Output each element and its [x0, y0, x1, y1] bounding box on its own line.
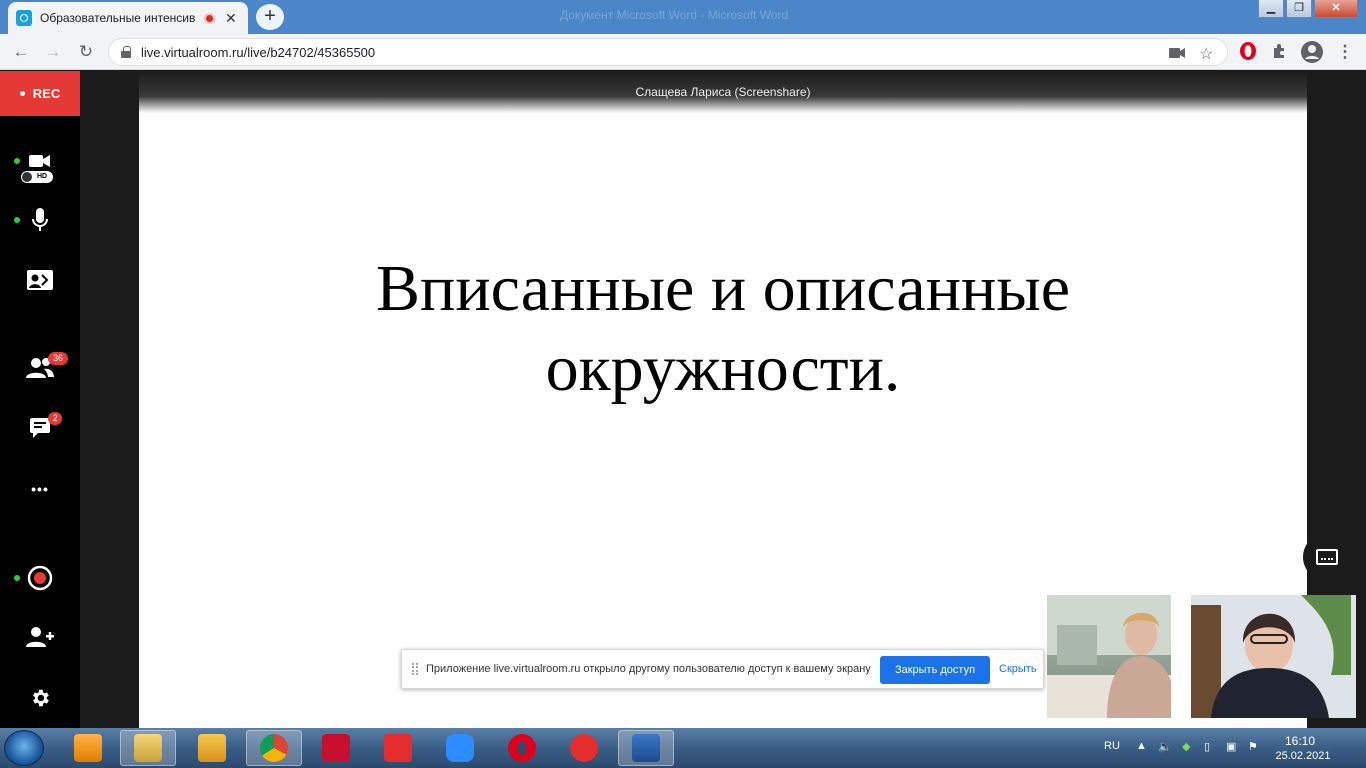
participants-button[interactable]: 36 [0, 346, 80, 390]
antivirus-icon[interactable]: ◆ [1182, 740, 1190, 753]
slide-title-line-1: Вписанные и описанные [376, 252, 1070, 325]
taskbar-media-player[interactable] [60, 730, 116, 766]
virtualroom-app: REC HD 36 2 ••• Слащева Лариса (Screensh… [0, 71, 1366, 728]
restore-button[interactable]: ❐ [1286, 0, 1312, 18]
clock-date[interactable]: 25.02.2021 [1268, 750, 1338, 762]
rec-label: REC [32, 86, 61, 101]
taskbar-word[interactable] [618, 730, 674, 766]
record-icon [27, 565, 53, 591]
taskbar-yandex[interactable] [370, 730, 426, 766]
opera-extension-icon[interactable] [1238, 41, 1258, 61]
screenshare-header: Слащева Лариса (Screenshare) [139, 71, 1307, 113]
microphone-toggle[interactable] [0, 198, 80, 242]
show-hidden-icons[interactable]: ▲ [1136, 740, 1147, 752]
sharing-notice-text: Приложение live.virtualroom.ru открыло д… [426, 663, 871, 675]
gear-icon [33, 689, 49, 707]
chat-count-badge: 2 [48, 412, 62, 425]
camera-active-dot [14, 158, 20, 164]
flag-icon[interactable]: ⚑ [1248, 740, 1258, 753]
presenter-name: Слащева Лариса (Screenshare) [635, 85, 811, 99]
slide-title: Вписанные и описанные окружности. [139, 249, 1307, 409]
stop-sharing-button[interactable]: Закрыть доступ [880, 656, 990, 684]
window-controls: ▁ ❐ ✕ [1256, 0, 1358, 18]
screen-share-icon [27, 270, 53, 290]
settings-button[interactable] [0, 676, 80, 720]
clock-time[interactable]: 16:10 [1270, 734, 1330, 748]
acrobat-icon [322, 734, 350, 762]
rec-dot-icon [19, 91, 25, 96]
screen-sharing-notice: Приложение live.virtualroom.ru открыло д… [401, 649, 1044, 689]
close-window-button[interactable]: ✕ [1314, 0, 1358, 18]
windows-taskbar: RU ▲ 🔈 ◆ ▯ ▣ ⚑ 16:10 25.02.2021 [0, 728, 1366, 768]
opera-icon [508, 734, 536, 762]
browser-tab[interactable]: Образовательные интенсив ✕ [8, 2, 248, 34]
add-user-icon [26, 627, 54, 647]
taskbar-acrobat[interactable] [308, 730, 364, 766]
browser-menu-icon[interactable]: ⋮ [1334, 42, 1356, 62]
folder-icon [134, 734, 162, 762]
new-tab-button[interactable]: + [256, 4, 284, 30]
reload-icon[interactable]: ↻ [75, 42, 97, 62]
tab-close-icon[interactable]: ✕ [225, 10, 237, 27]
chrome-icon [260, 734, 288, 762]
camera-icon [29, 155, 50, 167]
invite-user-button[interactable] [0, 615, 80, 659]
camera-in-use-icon[interactable] [1169, 47, 1185, 59]
participants-count-badge: 36 [48, 352, 68, 365]
bookmark-star-icon[interactable]: ☆ [1199, 44, 1213, 64]
recording-indicator-icon [204, 12, 215, 24]
device-icon[interactable]: ▯ [1204, 740, 1210, 753]
slide-title-line-2: окружности. [545, 332, 901, 405]
record-button[interactable] [0, 556, 80, 600]
lock-icon[interactable] [121, 46, 131, 58]
taskbar-yandex-browser[interactable] [556, 730, 612, 766]
outlook-icon [198, 734, 226, 762]
minimize-button[interactable]: ▁ [1258, 0, 1284, 18]
language-indicator[interactable]: RU [1104, 740, 1120, 752]
url-text[interactable]: live.virtualroom.ru/live/b24702/45365500 [141, 45, 375, 60]
address-bar[interactable]: live.virtualroom.ru/live/b24702/45365500… [108, 38, 1228, 66]
start-button[interactable] [4, 730, 44, 766]
taskbar-chrome[interactable] [246, 730, 302, 766]
browser-tabbar: Образовательные интенсив ✕ + Документ Mi… [0, 0, 1366, 34]
forward-arrow-icon[interactable]: → [42, 42, 64, 62]
word-icon [632, 734, 660, 762]
media-player-icon [74, 734, 102, 762]
taskbar-explorer[interactable] [120, 730, 176, 766]
microphone-icon [32, 208, 48, 231]
taskbar-outlook[interactable] [184, 730, 240, 766]
chat-button[interactable]: 2 [0, 406, 80, 450]
virtualroom-favicon-icon [16, 10, 32, 26]
record-active-dot [14, 575, 20, 581]
participant-2-image [1191, 595, 1356, 718]
participant-video-1[interactable] [1047, 595, 1171, 718]
volume-icon[interactable]: 🔈 [1158, 740, 1172, 753]
hd-quality-toggle[interactable]: HD [21, 171, 53, 183]
camera-toggle[interactable]: HD [0, 139, 80, 183]
captions-button[interactable] [1303, 533, 1351, 581]
back-arrow-icon[interactable]: ← [10, 42, 32, 62]
tab-title: Образовательные интенсив [40, 11, 196, 25]
network-icon[interactable]: ▣ [1226, 740, 1236, 753]
extensions-puzzle-icon[interactable] [1270, 41, 1290, 61]
drag-handle[interactable] [412, 663, 418, 675]
screenshare-button[interactable] [0, 259, 80, 303]
microphone-active-dot [14, 217, 20, 223]
participant-1-image [1047, 595, 1171, 718]
taskbar-opera[interactable] [494, 730, 550, 766]
system-tray: RU ▲ 🔈 ◆ ▯ ▣ ⚑ 16:10 25.02.2021 [1096, 728, 1366, 768]
captions-icon [1316, 549, 1338, 565]
yandex-browser-icon [570, 734, 598, 762]
zoom-icon [446, 734, 474, 762]
yandex-icon [384, 734, 412, 762]
background-window-title: Документ Microsoft Word - Microsoft Word [560, 8, 789, 22]
participant-video-2[interactable] [1191, 595, 1356, 718]
rec-button[interactable]: REC [0, 71, 80, 116]
more-options-button[interactable]: ••• [0, 467, 80, 511]
browser-toolbar: ← → ↻ live.virtualroom.ru/live/b24702/45… [0, 34, 1366, 70]
taskbar-zoom[interactable] [432, 730, 488, 766]
profile-avatar-icon[interactable] [1300, 40, 1324, 64]
hide-notice-link[interactable]: Скрыть [999, 663, 1037, 675]
control-sidebar: REC HD 36 2 ••• [0, 71, 80, 728]
